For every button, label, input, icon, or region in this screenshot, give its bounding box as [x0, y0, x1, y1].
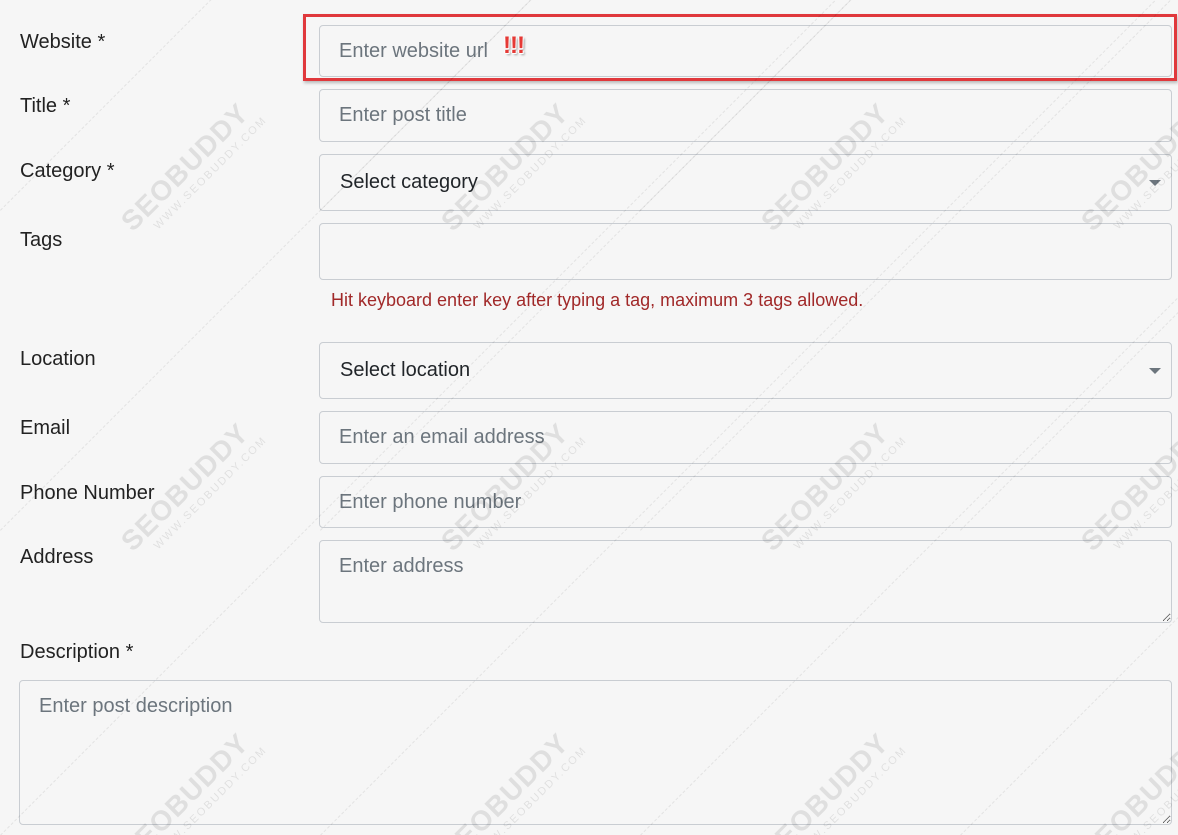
- title-label: Title *: [20, 95, 71, 117]
- category-selected-value: Select category: [340, 171, 478, 193]
- post-form: Website * Title * Category * Select cate…: [0, 0, 1178, 835]
- chevron-down-icon: [1149, 367, 1161, 374]
- location-select[interactable]: Select location: [319, 342, 1172, 399]
- phone-input[interactable]: [319, 476, 1172, 528]
- phone-label: Phone Number: [20, 482, 155, 504]
- category-label: Category *: [20, 160, 115, 182]
- title-input[interactable]: [319, 89, 1172, 142]
- tags-label: Tags: [20, 229, 63, 251]
- location-label: Location: [20, 348, 96, 370]
- location-selected-value: Select location: [340, 359, 471, 381]
- email-label: Email: [20, 417, 71, 439]
- chevron-down-icon: [1149, 179, 1161, 186]
- tags-hint: Hit keyboard enter key after typing a ta…: [331, 290, 864, 310]
- address-label: Address: [20, 546, 94, 568]
- category-select[interactable]: Select category: [319, 154, 1172, 211]
- email-input[interactable]: [319, 411, 1172, 464]
- website-input[interactable]: [319, 25, 1172, 77]
- website-label: Website *: [20, 31, 106, 53]
- description-label: Description *: [20, 641, 134, 663]
- tags-input[interactable]: [319, 223, 1172, 280]
- description-textarea[interactable]: [19, 680, 1172, 825]
- address-textarea[interactable]: [319, 540, 1172, 623]
